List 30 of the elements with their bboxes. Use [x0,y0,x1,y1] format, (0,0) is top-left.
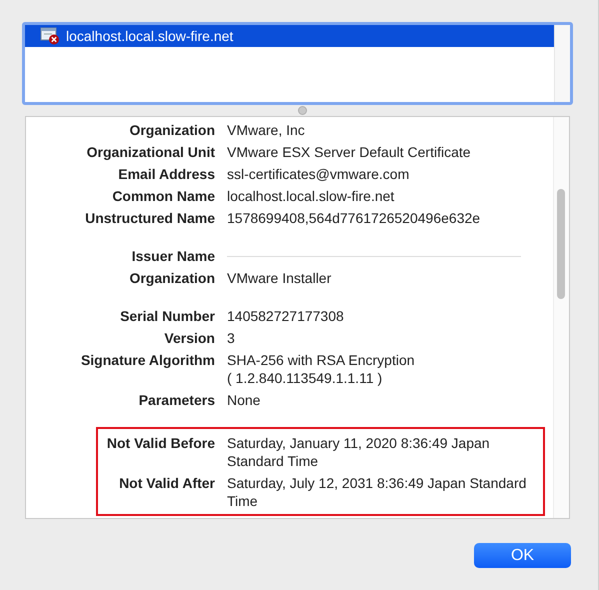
section-heading: Issuer Name [130,247,215,265]
scrollbar-thumb[interactable] [557,189,565,299]
splitter-handle[interactable] [298,106,307,115]
field-value: Saturday, July 12, 2031 8:36:49 Japan Standard Time [227,474,528,510]
field-value: VMware ESX Server Default Certificate [227,143,472,161]
field-value: 3 [227,329,236,347]
field-label: Signature Algorithm [80,351,215,370]
field-value: ssl-certificates@vmware.com [227,165,410,183]
field-label: Parameters [138,391,215,409]
certificate-row[interactable]: localhost.local.slow-fire.net [25,25,554,47]
ok-button[interactable]: OK [474,543,571,568]
field-label: Not Valid After [118,474,215,493]
field-label: Version [163,329,215,347]
field-label: Email Address [117,165,215,183]
field-value: Saturday, January 11, 2020 8:36:49 Japan Standard Time [227,434,491,470]
field-label: Not Valid Before [106,434,215,453]
field-label: Serial Number [119,307,215,325]
field-value: None [227,391,262,409]
field-value: VMware Installer [227,269,332,287]
invalid-certificate-icon [40,27,60,45]
field-label: Organization [128,121,215,139]
field-value: 1578699408,564d7761726520496e632e [227,209,482,227]
field-value: 140582727177308 [227,307,345,325]
field-value: VMware, Inc [227,121,306,139]
field-value: localhost.local.slow-fire.net [227,187,396,205]
field-value: SHA-256 with RSA Encryption ( 1.2.840.113549.1.1.11 ) [227,351,416,387]
field-label: Organizational Unit [86,143,215,161]
field-label: Unstructured Name [84,209,215,227]
field-label: Organization [128,269,215,287]
field-label: Common Name [111,187,215,205]
